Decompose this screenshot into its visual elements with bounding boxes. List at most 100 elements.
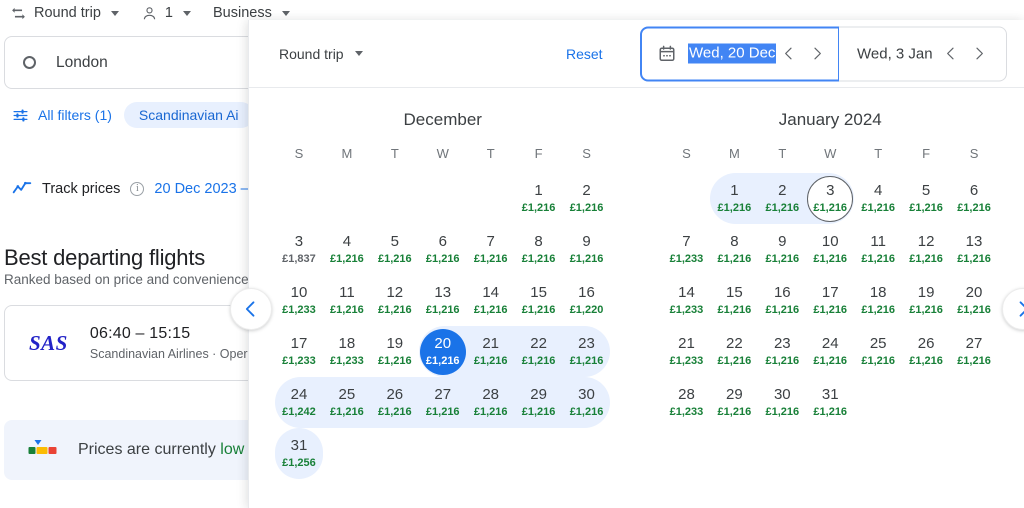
trip-type-selector[interactable]: Round trip — [10, 5, 119, 22]
calendar-day-cell[interactable]: 4 £1,216 — [323, 224, 371, 275]
calendar-day-cell[interactable]: 18 £1,233 — [323, 326, 371, 377]
calendar-day-cell[interactable]: 24 £1,216 — [806, 326, 854, 377]
calendar-day-number: 19 — [917, 284, 935, 301]
calendar-day-number: 9 — [778, 233, 787, 250]
calendar-day-cell[interactable]: 26 £1,216 — [370, 377, 419, 428]
calendar-day-cell[interactable]: 13 £1,216 — [419, 275, 467, 326]
swap-horizontal-icon — [12, 7, 25, 19]
calendar-day-cell[interactable]: 17 £1,233 — [275, 326, 323, 377]
calendar-day-cell[interactable]: 9 £1,216 — [758, 224, 806, 275]
departure-prev-day-button[interactable] — [776, 41, 802, 67]
panel-trip-type-selector[interactable]: Round trip — [279, 46, 363, 62]
calendar-day-cell[interactable]: 22 £1,216 — [514, 326, 563, 377]
calendar-day-cell[interactable]: 22 £1,216 — [710, 326, 758, 377]
calendar-day-cell[interactable]: 1 £1,216 — [710, 173, 759, 224]
price-gauge-icon — [28, 440, 57, 454]
calendar-day-cell[interactable]: 31 £1,256 — [275, 428, 323, 479]
calendar-day-number: 7 — [682, 233, 691, 250]
calendar-day-cell[interactable]: 12 £1,216 — [371, 275, 419, 326]
calendar-day-cell[interactable]: 20 £1,216 — [418, 326, 467, 377]
calendar-day-cell[interactable]: 21 £1,216 — [466, 326, 515, 377]
calendar-day-cell[interactable]: 24 £1,242 — [275, 377, 323, 428]
calendar-day-cell[interactable]: 20 £1,216 — [950, 275, 998, 326]
calendar-day-cell[interactable]: 4 £1,216 — [854, 173, 902, 224]
calendar-day-cell[interactable]: 6 £1,216 — [950, 173, 998, 224]
calendar-day-cell[interactable]: 15 £1,216 — [515, 275, 563, 326]
calendar-day-cell[interactable]: 18 £1,216 — [854, 275, 902, 326]
calendar-day-cell[interactable]: 14 £1,233 — [663, 275, 711, 326]
calendar-day-number: 11 — [870, 233, 886, 250]
calendar-day-cell[interactable]: 29 £1,216 — [710, 377, 758, 428]
info-icon[interactable]: i — [130, 182, 145, 196]
calendar-day-cell[interactable]: 19 £1,216 — [371, 326, 419, 377]
reset-button[interactable]: Reset — [566, 46, 603, 62]
departure-next-day-button[interactable] — [804, 41, 830, 67]
calendar-day-price: £1,216 — [569, 355, 604, 367]
calendar-day-cell[interactable]: 23 £1,216 — [758, 326, 806, 377]
departure-date-field[interactable]: Wed, 20 Dec — [640, 26, 840, 81]
calendar-day-cell[interactable]: 8 £1,216 — [515, 224, 563, 275]
calendar-day-cell[interactable]: 26 £1,216 — [902, 326, 950, 377]
calendar-day-cell[interactable]: 25 £1,216 — [854, 326, 902, 377]
calendar-day-cell[interactable]: 2 £1,216 — [758, 173, 807, 224]
return-date-field[interactable]: Wed, 3 Jan — [839, 26, 1007, 81]
calendar-day-cell[interactable]: 16 £1,220 — [563, 275, 611, 326]
calendar-day-cell[interactable]: 19 £1,216 — [902, 275, 950, 326]
calendar-day-price: £1,216 — [717, 202, 752, 214]
calendar-day-cell[interactable]: 11 £1,216 — [854, 224, 902, 275]
calendar-day-cell[interactable]: 27 £1,216 — [950, 326, 998, 377]
calendar-day-cell[interactable]: 25 £1,216 — [322, 377, 371, 428]
filter-chip-airline[interactable]: Scandinavian Ai — [123, 102, 254, 128]
cabin-class-selector[interactable]: Business — [213, 5, 290, 21]
departure-date-value[interactable]: Wed, 20 Dec — [688, 43, 777, 64]
track-prices-dates[interactable]: 20 Dec 2023 – 3 — [154, 181, 260, 197]
calendar-day-cell[interactable]: 10 £1,216 — [806, 224, 854, 275]
calendar-day-cell[interactable]: 13 £1,216 — [950, 224, 998, 275]
calendar-day-number: 5 — [921, 182, 931, 199]
calendar-day-cell[interactable]: 15 £1,216 — [710, 275, 758, 326]
return-next-day-button[interactable] — [966, 41, 992, 67]
calendar-day-cell[interactable]: 3 £1,837 — [275, 224, 323, 275]
calendar-day-number: 8 — [534, 233, 543, 250]
calendar-week-row: 31 £1,256 — [275, 428, 611, 479]
calendar-day-cell[interactable]: 14 £1,216 — [467, 275, 515, 326]
calendar-day-cell[interactable]: 16 £1,216 — [758, 275, 806, 326]
calendar-day-number: 29 — [530, 386, 547, 403]
calendar-day-cell[interactable]: 17 £1,216 — [806, 275, 854, 326]
calendar-day-cell[interactable]: 3 £1,216 — [806, 173, 855, 224]
calendar-day-price: £1,837 — [282, 253, 316, 265]
origin-value: London — [56, 53, 108, 71]
calendar-day-cell[interactable]: 28 £1,216 — [466, 377, 515, 428]
calendar-day-cell[interactable]: 5 £1,216 — [902, 173, 950, 224]
date-picker-panel: Round trip Reset Wed, 20 Dec Wed, 3 Jan … — [248, 20, 1024, 508]
calendar-day-number: 27 — [965, 335, 983, 352]
calendar-day-cell[interactable]: 12 £1,216 — [902, 224, 950, 275]
calendar-day-cell[interactable]: 21 £1,233 — [663, 326, 711, 377]
calendar-day-cell[interactable]: 5 £1,216 — [371, 224, 419, 275]
calendar-day-cell[interactable]: 7 £1,233 — [663, 224, 711, 275]
calendar-day-cell[interactable]: 30 £1,216 — [562, 377, 611, 428]
all-filters-button[interactable]: All filters (1) — [12, 107, 112, 124]
calendar-day-cell[interactable]: 27 £1,216 — [418, 377, 467, 428]
calendar-day-cell[interactable]: 31 £1,216 — [806, 377, 854, 428]
return-prev-day-button[interactable] — [938, 41, 964, 67]
calendar-day-cell[interactable]: 7 £1,216 — [467, 224, 515, 275]
calendar-day-cell[interactable]: 9 £1,216 — [563, 224, 611, 275]
calendar-day-cell[interactable]: 6 £1,216 — [419, 224, 467, 275]
calendar-day-cell[interactable]: 10 £1,233 — [275, 275, 323, 326]
calendar-day-cell[interactable]: 2 £1,216 — [563, 173, 611, 224]
calendar-day-cell[interactable]: 30 £1,216 — [758, 377, 806, 428]
calendar-day-cell[interactable]: 23 £1,216 — [562, 326, 611, 377]
track-prices-row: Track prices i 20 Dec 2023 – 3 — [12, 177, 261, 201]
calendar-day-price: £1,216 — [957, 253, 991, 265]
calendar-day-number: 7 — [486, 233, 495, 250]
previous-months-button[interactable] — [230, 288, 272, 330]
calendar-day-cell[interactable]: 8 £1,216 — [710, 224, 758, 275]
calendar-day-cell[interactable]: 29 £1,216 — [514, 377, 563, 428]
calendar-day-cell[interactable]: 1 £1,216 — [515, 173, 563, 224]
calendar-day-cell[interactable]: 11 £1,216 — [323, 275, 371, 326]
track-prices-label: Track prices — [42, 181, 121, 197]
day-of-week-label: F — [534, 146, 543, 161]
passengers-selector[interactable]: 1 — [141, 5, 191, 22]
calendar-day-cell[interactable]: 28 £1,233 — [663, 377, 711, 428]
